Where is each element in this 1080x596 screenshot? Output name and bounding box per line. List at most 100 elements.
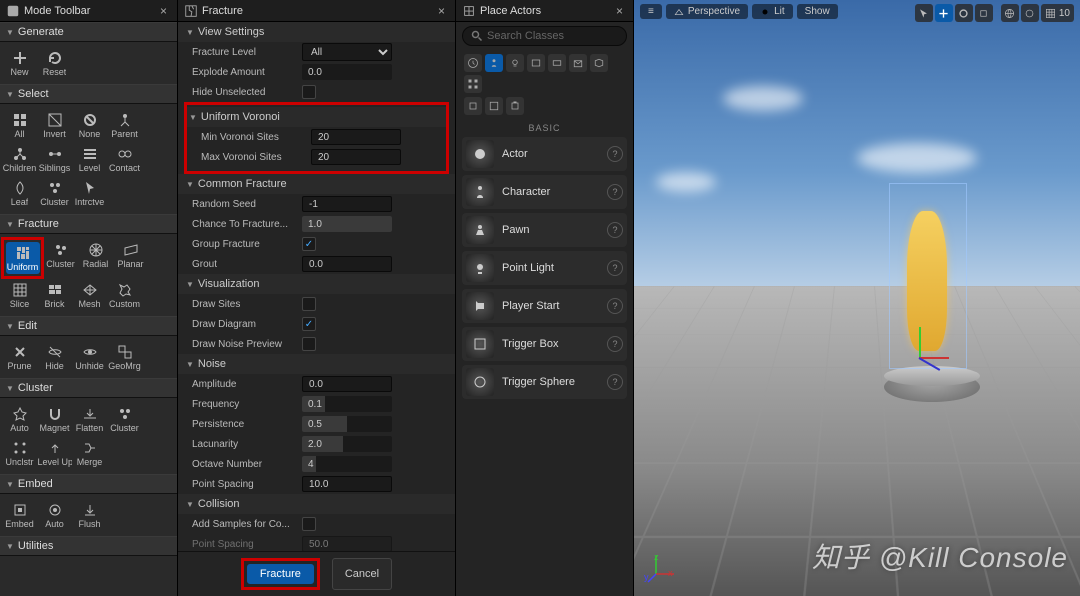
tool-reset[interactable]: Reset [38,47,72,79]
tool-contact[interactable]: Contact [108,143,142,175]
tool-slice[interactable]: Slice [3,279,37,311]
max-voronoi-input[interactable]: 20 [311,149,401,165]
snap-icon[interactable] [1021,4,1039,22]
cat-basic[interactable] [485,54,503,72]
collision-header[interactable]: ▼Collision [178,494,455,514]
tool-flush[interactable]: Flush [73,499,107,531]
tool-flatten[interactable]: Flatten [73,403,107,435]
point-spacing-input[interactable]: 10.0 [302,476,392,492]
explode-amount-input[interactable]: 0.0 [302,64,392,80]
tool-cluster2[interactable]: Cluster [108,403,142,435]
tool-geomrg[interactable]: GeoMrg [108,341,142,373]
tool-embed[interactable]: Embed [3,499,37,531]
add-samples-checkbox[interactable] [302,517,316,531]
select-section-header[interactable]: ▼Select [0,84,177,104]
tool-radial[interactable]: Radial [79,239,113,271]
tool-auto[interactable]: Auto [3,403,37,435]
viewport[interactable]: ≡ Perspective Lit Show 10 [634,0,1080,596]
cat-visual[interactable] [569,54,587,72]
tool-brick[interactable]: Brick [38,279,72,311]
lit-dropdown[interactable]: Lit [752,4,793,19]
random-seed-input[interactable]: -1 [302,196,392,212]
tool-none[interactable]: None [73,109,107,141]
visualization-header[interactable]: ▼Visualization [178,274,455,294]
info-icon[interactable]: ? [607,260,623,276]
fracture-settings-scroll[interactable]: ▼View Settings Fracture Level All Explod… [178,22,455,551]
actor-item-pointlight[interactable]: Point Light? [462,251,627,285]
info-icon[interactable]: ? [607,146,623,162]
selected-mesh[interactable] [897,191,959,361]
tool-interactive[interactable]: Intrctve [73,177,107,209]
viewport-menu[interactable]: ≡ [640,4,662,19]
tool-all[interactable]: All [3,109,37,141]
draw-sites-checkbox[interactable] [302,297,316,311]
cat-misc3[interactable] [506,97,524,115]
close-icon[interactable]: × [156,4,171,18]
fracture-section-header[interactable]: ▼Fracture [0,214,177,234]
fracture-button[interactable]: Fracture [247,564,314,584]
tool-hide[interactable]: Hide [38,341,72,373]
cat-misc1[interactable] [464,97,482,115]
frequency-input[interactable]: 0.1 [302,396,392,412]
tool-level[interactable]: Level [73,143,107,175]
viewport-scene[interactable]: z x y 知乎 @Kill Console [634,0,1080,596]
chance-input[interactable]: 1.0 [302,216,392,232]
cat-recent[interactable] [464,54,482,72]
close-icon[interactable]: × [612,4,627,18]
octave-input[interactable]: 4 [302,456,392,472]
fracture-level-dropdown[interactable]: All [302,43,392,61]
tool-custom[interactable]: Custom [108,279,142,311]
tool-siblings[interactable]: Siblings [38,143,72,175]
actor-item-pawn[interactable]: Pawn? [462,213,627,247]
uniform-voronoi-header[interactable]: ▼Uniform Voronoi [187,107,446,127]
actor-item-playerstart[interactable]: Player Start? [462,289,627,323]
common-fracture-header[interactable]: ▼Common Fracture [178,174,455,194]
embed-section-header[interactable]: ▼Embed [0,474,177,494]
noise-header[interactable]: ▼Noise [178,354,455,374]
scale-mode-icon[interactable] [975,4,993,22]
search-input[interactable]: Search Classes [462,26,627,46]
group-fracture-checkbox[interactable] [302,237,316,251]
tool-unhide[interactable]: Unhide [73,341,107,373]
cat-all[interactable] [464,75,482,93]
select-mode-icon[interactable] [915,4,933,22]
grid-snap-icon[interactable]: 10 [1041,4,1074,22]
cat-cinematic[interactable] [527,54,545,72]
tool-planar[interactable]: Planar [114,239,148,271]
tool-leaf[interactable]: Leaf [3,177,37,209]
tool-uniform[interactable]: Uniform [6,242,40,274]
actor-item-triggerbox[interactable]: Trigger Box? [462,327,627,361]
tool-embed-auto[interactable]: Auto [38,499,72,531]
actor-item-character[interactable]: Character? [462,175,627,209]
perspective-dropdown[interactable]: Perspective [666,4,748,19]
cancel-button[interactable]: Cancel [332,558,392,590]
generate-section-header[interactable]: ▼Generate [0,22,177,42]
actor-item-actor[interactable]: Actor? [462,137,627,171]
cluster-section-header[interactable]: ▼Cluster [0,378,177,398]
draw-noise-checkbox[interactable] [302,337,316,351]
actor-item-triggersphere[interactable]: Trigger Sphere? [462,365,627,399]
info-icon[interactable]: ? [607,374,623,390]
utilities-section-header[interactable]: ▼Utilities [0,536,177,556]
tool-cluster[interactable]: Cluster [38,177,72,209]
draw-diagram-checkbox[interactable] [302,317,316,331]
grout-input[interactable]: 0.0 [302,256,392,272]
tool-levelup[interactable]: Level Up [38,437,72,469]
tool-uncluster[interactable]: Unclstr [3,437,37,469]
lacunarity-input[interactable]: 2.0 [302,436,392,452]
translate-mode-icon[interactable] [935,4,953,22]
info-icon[interactable]: ? [607,222,623,238]
close-icon[interactable]: × [434,4,449,18]
cat-misc2[interactable] [485,97,503,115]
coord-space-icon[interactable] [1001,4,1019,22]
collision-point-spacing-input[interactable]: 50.0 [302,536,392,551]
hide-unselected-checkbox[interactable] [302,85,316,99]
tool-cluster-frac[interactable]: Cluster [44,239,78,271]
tool-merge[interactable]: Merge [73,437,107,469]
rotate-mode-icon[interactable] [955,4,973,22]
tool-parent[interactable]: Parent [108,109,142,141]
tool-prune[interactable]: Prune [3,341,37,373]
tool-invert[interactable]: Invert [38,109,72,141]
cat-volumes[interactable] [590,54,608,72]
tool-children[interactable]: Children [3,143,37,175]
